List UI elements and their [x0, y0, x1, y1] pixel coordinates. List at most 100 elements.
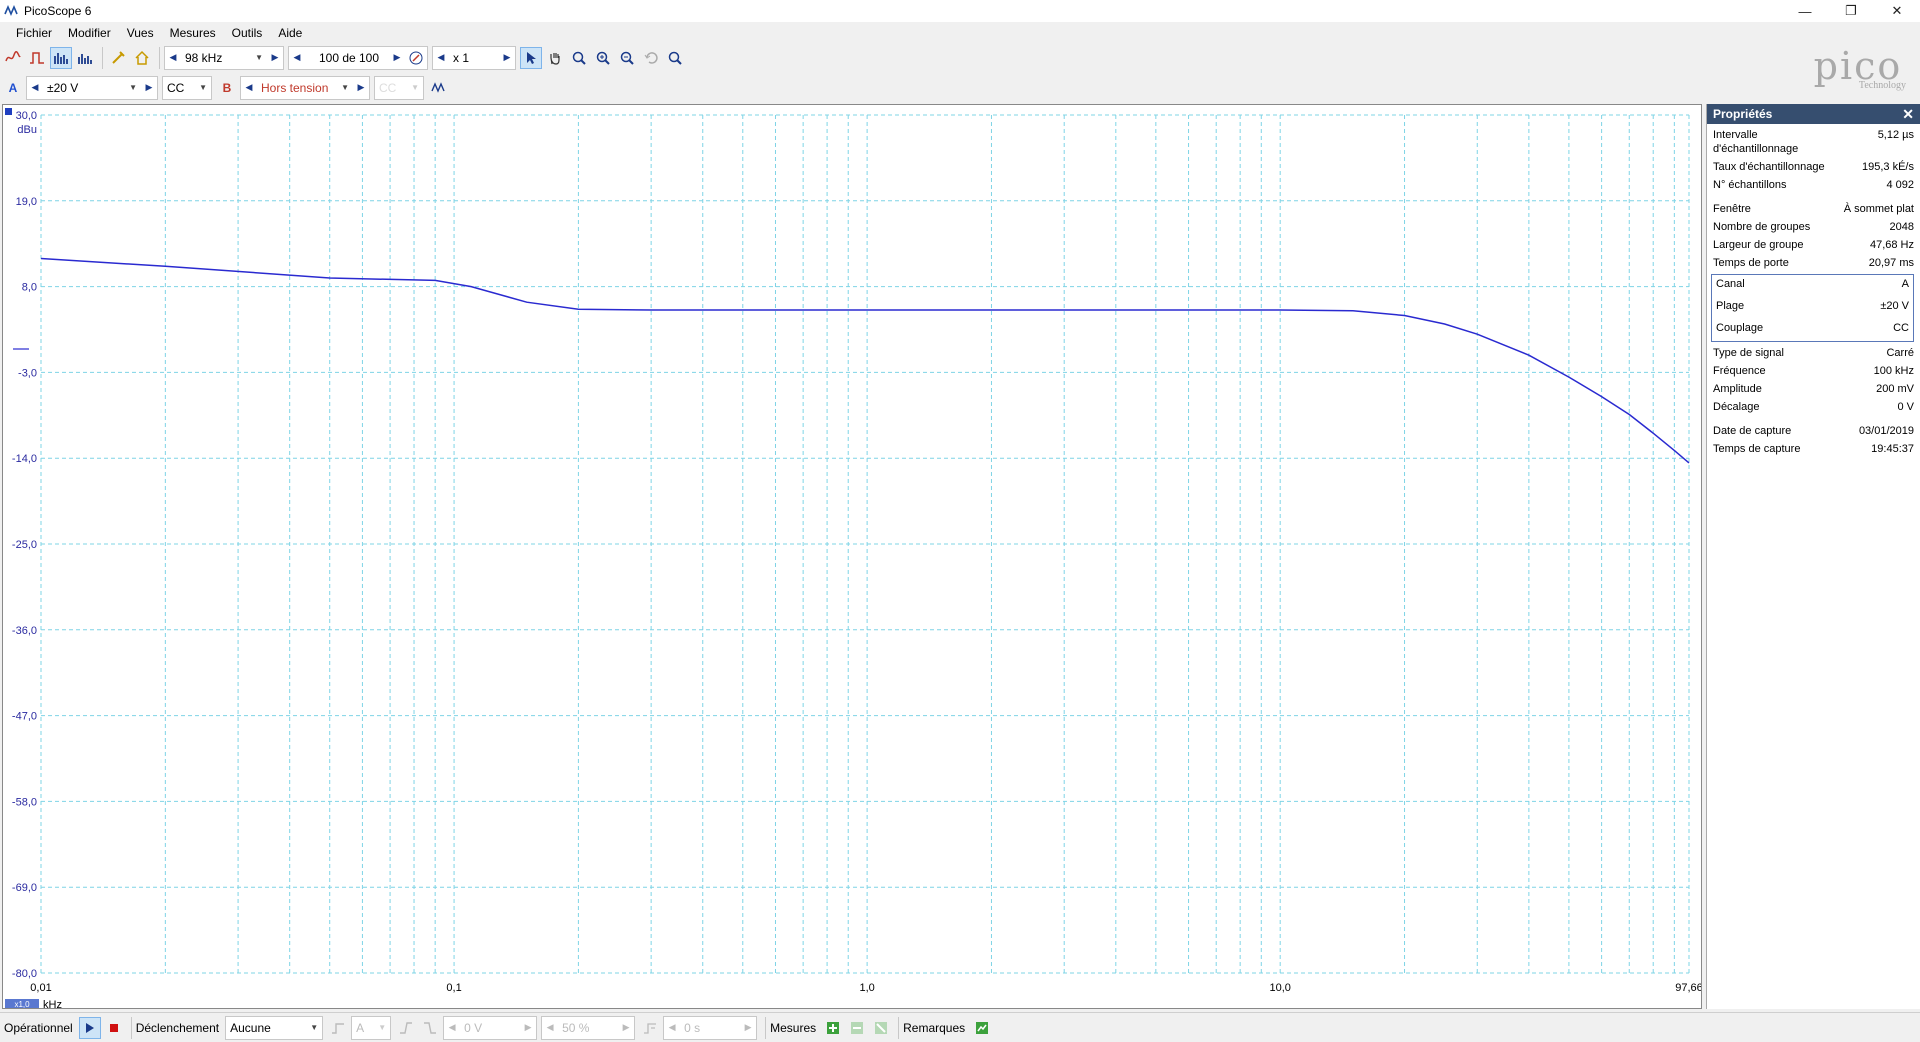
buffer-navigator-icon[interactable]	[405, 47, 427, 69]
capture-prev-button[interactable]: ◀	[289, 47, 305, 69]
trigger-level-selector: ◀ 0 V ▶	[443, 1015, 538, 1040]
property-value: 19:45:37	[1871, 443, 1914, 455]
minimize-button[interactable]: —	[1782, 0, 1828, 22]
zoom-field[interactable]: x 1	[449, 47, 499, 68]
property-row: Fenêtre À sommet plat	[1707, 202, 1920, 216]
level-prev-button[interactable]: ◀	[444, 1017, 460, 1039]
add-measurement-icon[interactable]	[822, 1017, 844, 1039]
trigger-source-dropdown[interactable]: A ▼	[352, 1017, 391, 1038]
home-icon[interactable]	[131, 47, 153, 69]
pretrigger-selector: ◀ 50 % ▶	[541, 1015, 636, 1040]
toolbar-separator	[159, 46, 160, 69]
x-tick-label: 97,66	[1675, 982, 1702, 994]
spectrum-view[interactable]: 30,0 19,0 8,0 -3,0 -14,0 -25,0 -36,0 -47,0 -58,0…	[2, 104, 1702, 1009]
pretrigger-prev-button[interactable]: ◀	[542, 1017, 558, 1039]
close-button[interactable]: ✕	[1874, 0, 1920, 22]
advanced-trigger-icon[interactable]	[327, 1017, 349, 1039]
property-value: 47,68 Hz	[1869, 239, 1914, 251]
pico-logo: pico Technology	[1802, 46, 1914, 100]
spectrum-mode-icon[interactable]	[50, 46, 72, 69]
timebase-next-button[interactable]: ▶	[267, 47, 283, 69]
properties-body: Intervalle d'échantillonnage 5,12 µs Taux …	[1707, 124, 1920, 456]
close-icon[interactable]: ✕	[1902, 106, 1914, 123]
pretrigger-next-button[interactable]: ▶	[618, 1017, 634, 1039]
delay-next-button[interactable]: ▶	[740, 1017, 756, 1039]
level-next-button[interactable]: ▶	[520, 1017, 536, 1039]
trigger-mode-dropdown[interactable]: Aucune ▼	[226, 1017, 323, 1038]
scope-mode-icon[interactable]	[2, 47, 24, 69]
property-row: Amplitude 200 mV	[1707, 382, 1920, 396]
status-separator	[765, 1016, 767, 1039]
menu-mesures[interactable]: Mesures	[162, 26, 224, 40]
remarks-icon[interactable]	[971, 1017, 993, 1039]
persistence-mode-icon[interactable]	[26, 47, 48, 69]
delete-measurement-icon[interactable]	[870, 1017, 892, 1039]
pretrigger-value: 50 %	[562, 1020, 590, 1035]
property-value: A	[1901, 278, 1909, 290]
delay-prev-button[interactable]: ◀	[664, 1017, 680, 1039]
coupling-a-dropdown[interactable]: CC ▼	[163, 77, 211, 98]
menu-bar: Fichier Modifier Vues Mesures Outils Aid…	[0, 22, 1920, 43]
property-row: Intervalle d'échantillonnage 5,12 µs	[1707, 128, 1920, 156]
range-a-next-button[interactable]: ▶	[141, 77, 157, 99]
run-status-label: Opérationnel	[4, 1020, 73, 1035]
property-key: Date de capture	[1713, 425, 1792, 437]
zoom-out-icon[interactable]	[616, 47, 638, 69]
property-row: Largeur de groupe 47,68 Hz	[1707, 238, 1920, 252]
range-b-dropdown[interactable]: Hors tension ▼	[257, 77, 353, 98]
coupling-b-value: CC	[379, 80, 397, 95]
properties-panel: Propriétés ✕ Intervalle d'échantillonnag…	[1706, 104, 1920, 1009]
menu-vues[interactable]: Vues	[119, 26, 162, 40]
rising-edge-icon[interactable]	[395, 1017, 417, 1039]
pointer-tool-icon[interactable]	[520, 46, 542, 69]
channel-a-options-button[interactable]: A	[2, 77, 24, 99]
menu-outils[interactable]: Outils	[224, 26, 271, 40]
trigger-level-field[interactable]: 0 V	[460, 1017, 521, 1038]
menu-modifier[interactable]: Modifier	[60, 26, 119, 40]
zoom-selector: ◀ x 1 ▶	[432, 45, 516, 70]
capture-count-field[interactable]: 100 de 100	[305, 47, 389, 68]
channel-b-options-button[interactable]: B	[216, 77, 238, 99]
zoom-overview-icon[interactable]	[664, 47, 686, 69]
channel-a-marker	[5, 108, 12, 115]
new-spectrum-view-icon[interactable]	[74, 47, 96, 69]
pretrigger-field[interactable]: 50 %	[558, 1017, 619, 1038]
restore-button[interactable]: ❐	[1828, 0, 1874, 22]
timebase-prev-button[interactable]: ◀	[165, 47, 181, 69]
y-tick-label: -47,0	[12, 711, 37, 723]
zoom-next-button[interactable]: ▶	[499, 47, 515, 69]
signal-generator-icon[interactable]	[428, 77, 450, 99]
x-scale-badge-text: x1,0	[14, 1000, 30, 1009]
range-b-next-button[interactable]: ▶	[353, 77, 369, 99]
property-value: 100 kHz	[1873, 365, 1914, 377]
stop-button[interactable]	[103, 1017, 125, 1039]
zoom-area-icon[interactable]	[568, 47, 590, 69]
property-key: Plage	[1716, 300, 1745, 312]
y-tick-label: -58,0	[12, 796, 37, 808]
range-a-prev-button[interactable]: ◀	[27, 77, 43, 99]
hand-tool-icon[interactable]	[544, 47, 566, 69]
start-button[interactable]	[78, 1016, 101, 1039]
picoscope-app-icon	[4, 4, 18, 17]
y-tick-label: 30,0	[16, 110, 37, 122]
post-trigger-delay-icon[interactable]	[639, 1017, 661, 1039]
zoom-in-icon[interactable]	[592, 47, 614, 69]
range-a-dropdown[interactable]: ±20 V ▼	[43, 77, 141, 98]
menu-aide[interactable]: Aide	[270, 26, 310, 40]
zoom-prev-button[interactable]: ◀	[433, 47, 449, 69]
delay-field[interactable]: 0 s	[680, 1017, 741, 1038]
edit-measurement-icon[interactable]	[846, 1017, 868, 1039]
properties-header: Propriétés ✕	[1707, 104, 1920, 124]
status-separator	[898, 1016, 900, 1039]
coupling-b-dropdown[interactable]: CC ▼	[375, 77, 423, 98]
toolbar-separator	[102, 46, 103, 69]
range-b-prev-button[interactable]: ◀	[241, 77, 257, 99]
property-row: N° échantillons 4 092	[1707, 178, 1920, 192]
auto-setup-icon[interactable]	[107, 47, 129, 69]
falling-edge-icon[interactable]	[419, 1017, 441, 1039]
capture-next-button[interactable]: ▶	[389, 47, 405, 69]
y-tick-label: -25,0	[12, 539, 37, 551]
menu-fichier[interactable]: Fichier	[8, 26, 60, 40]
undo-zoom-icon[interactable]	[640, 47, 662, 69]
timebase-dropdown[interactable]: 98 kHz ▼	[181, 47, 267, 68]
